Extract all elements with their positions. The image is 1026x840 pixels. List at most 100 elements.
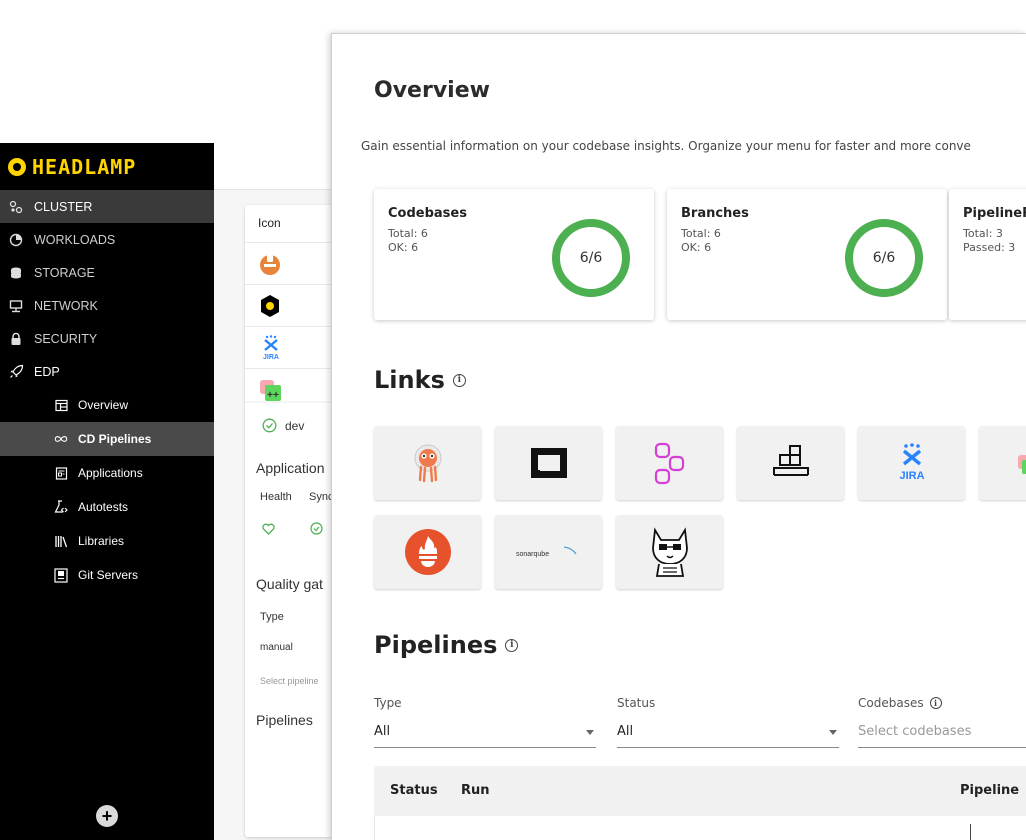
env-row[interactable]: dev bbox=[262, 418, 304, 433]
card-ok: OK: 6 bbox=[388, 241, 419, 254]
card-title: PipelineR bbox=[963, 206, 1026, 221]
card-gap bbox=[245, 401, 345, 403]
links-title: Links bbox=[374, 366, 445, 394]
pipelines-title: Pipelines bbox=[374, 631, 498, 659]
table-row[interactable]: ++ bbox=[245, 368, 345, 410]
nav-label: NETWORK bbox=[34, 298, 98, 313]
applications-heading: Application bbox=[256, 460, 325, 476]
workloads-icon bbox=[8, 232, 24, 248]
codebases-placeholder: Select codebases bbox=[858, 724, 972, 739]
back-table-card: Icon JIRA ++ bbox=[245, 205, 345, 837]
pipelines-table-header: Status Run Pipeline bbox=[374, 766, 1026, 816]
sidebar-item-label: Overview bbox=[78, 398, 129, 412]
nexus-link[interactable] bbox=[616, 426, 723, 500]
pipelineruns-card[interactable]: PipelineR Total: 3 Passed: 3 bbox=[949, 189, 1026, 320]
info-icon[interactable]: i bbox=[452, 373, 466, 387]
flask-icon bbox=[54, 500, 68, 514]
sidebar-item-git-servers[interactable]: Git Servers bbox=[0, 558, 214, 592]
nodes-icon bbox=[654, 442, 684, 485]
type-filter-select[interactable]: All bbox=[374, 724, 596, 748]
overview-window: Overview Gain essential information on y… bbox=[331, 33, 1026, 840]
rocket-icon bbox=[8, 364, 24, 380]
jira-link[interactable]: JIRA bbox=[858, 426, 965, 500]
infinity-icon bbox=[54, 432, 68, 446]
env-name: dev bbox=[285, 418, 305, 433]
codebases-filter-label: Codebases i bbox=[858, 696, 942, 710]
select-pipeline-input[interactable]: Select pipeline bbox=[260, 676, 319, 686]
headlamp-logo[interactable]: HEADLAMP bbox=[0, 143, 214, 190]
square-logo-icon bbox=[530, 448, 567, 478]
type-column: Type bbox=[260, 611, 284, 623]
branches-card[interactable]: Branches Total: 6 OK: 6 6/6 bbox=[667, 189, 947, 320]
defectdojo-link[interactable] bbox=[495, 426, 602, 500]
sonarqube-icon: sonarqube bbox=[516, 546, 576, 558]
git-server-icon bbox=[54, 567, 68, 583]
argocd-link[interactable] bbox=[374, 426, 481, 500]
nav-label: CLUSTER bbox=[34, 199, 93, 214]
info-icon[interactable]: i bbox=[505, 638, 519, 652]
sidebar-item-libraries[interactable]: Libraries bbox=[0, 524, 214, 558]
cat-icon bbox=[651, 527, 688, 577]
lock-icon bbox=[8, 331, 24, 347]
cluster-icon bbox=[8, 199, 24, 215]
links-heading: Links i bbox=[374, 366, 466, 394]
svg-text:++: ++ bbox=[267, 391, 279, 402]
extra-link[interactable] bbox=[979, 426, 1026, 500]
codebases-label-text: Codebases bbox=[858, 696, 924, 710]
headlamp-app-icon bbox=[261, 294, 279, 317]
pipelines-heading: Pipelines bbox=[256, 712, 313, 728]
status-filter-select[interactable]: All bbox=[617, 724, 839, 748]
jira-icon: JIRA bbox=[899, 443, 924, 482]
codebases-filter-input[interactable]: Select codebases bbox=[858, 724, 1026, 748]
tekton-link[interactable] bbox=[616, 515, 723, 589]
svg-text:JIRA: JIRA bbox=[263, 354, 279, 361]
table-row[interactable] bbox=[374, 816, 1026, 840]
table-row[interactable]: JIRA bbox=[245, 326, 345, 368]
sidebar-item-label: Git Servers bbox=[78, 568, 139, 582]
nav-item-edp[interactable]: EDP bbox=[0, 355, 214, 388]
chevron-down-icon bbox=[829, 730, 837, 735]
nav-item-storage[interactable]: STORAGE bbox=[0, 256, 214, 289]
sidebar-item-overview[interactable]: Overview bbox=[0, 388, 214, 422]
codebases-card[interactable]: Codebases Total: 6 OK: 6 6/6 bbox=[374, 189, 654, 320]
type-filter-value: All bbox=[374, 724, 391, 739]
nav-item-workloads[interactable]: WORKLOADS bbox=[0, 223, 214, 256]
chevron-down-icon bbox=[586, 730, 594, 735]
table-row[interactable] bbox=[245, 284, 345, 326]
card-total: Total: 6 bbox=[681, 227, 721, 240]
column-pipeline[interactable]: Pipeline bbox=[960, 783, 1019, 798]
nav-item-security[interactable]: SECURITY bbox=[0, 322, 214, 355]
nav-item-network[interactable]: NETWORK bbox=[0, 289, 214, 322]
prometheus-link[interactable] bbox=[374, 515, 481, 589]
type-value: manual bbox=[260, 642, 293, 653]
card-ok: OK: 6 bbox=[681, 241, 712, 254]
registry-link[interactable] bbox=[737, 426, 844, 500]
prometheus-icon bbox=[404, 529, 451, 575]
card-total: Total: 3 bbox=[963, 227, 1003, 240]
nav-label: STORAGE bbox=[34, 265, 95, 280]
dashboard-icon bbox=[54, 398, 68, 412]
column-run[interactable]: Run bbox=[461, 783, 490, 798]
sidebar: HEADLAMP CLUSTER WORKLOADS STORAGE NETWO… bbox=[0, 143, 214, 840]
column-divider bbox=[970, 824, 971, 840]
info-icon[interactable]: i bbox=[929, 697, 942, 709]
sidebar-item-autotests[interactable]: Autotests bbox=[0, 490, 214, 524]
status-filter-label: Status bbox=[617, 696, 656, 710]
column-status[interactable]: Status bbox=[390, 783, 438, 798]
argocd-icon bbox=[414, 444, 441, 483]
applications-icon bbox=[54, 466, 68, 480]
sonarqube-link[interactable]: sonarqube bbox=[495, 515, 602, 589]
page-description: Gain essential information on your codeb… bbox=[361, 139, 971, 153]
add-cluster-button[interactable]: + bbox=[96, 805, 118, 827]
sync-ok-icon bbox=[310, 522, 323, 538]
screenshot: HEADLAMP CLUSTER WORKLOADS STORAGE NETWO… bbox=[0, 0, 1026, 840]
nav-label: EDP bbox=[34, 364, 60, 379]
table-row[interactable] bbox=[245, 242, 345, 284]
nav-item-cluster[interactable]: CLUSTER bbox=[0, 190, 214, 223]
jira-text: JIRA bbox=[899, 470, 924, 482]
partial-icon bbox=[1017, 455, 1026, 474]
nav-label: WORKLOADS bbox=[34, 232, 116, 247]
sidebar-item-applications[interactable]: Applications bbox=[0, 456, 214, 490]
icon-column-header: Icon bbox=[258, 216, 281, 230]
sidebar-item-cd-pipelines[interactable]: CD Pipelines bbox=[0, 422, 214, 456]
